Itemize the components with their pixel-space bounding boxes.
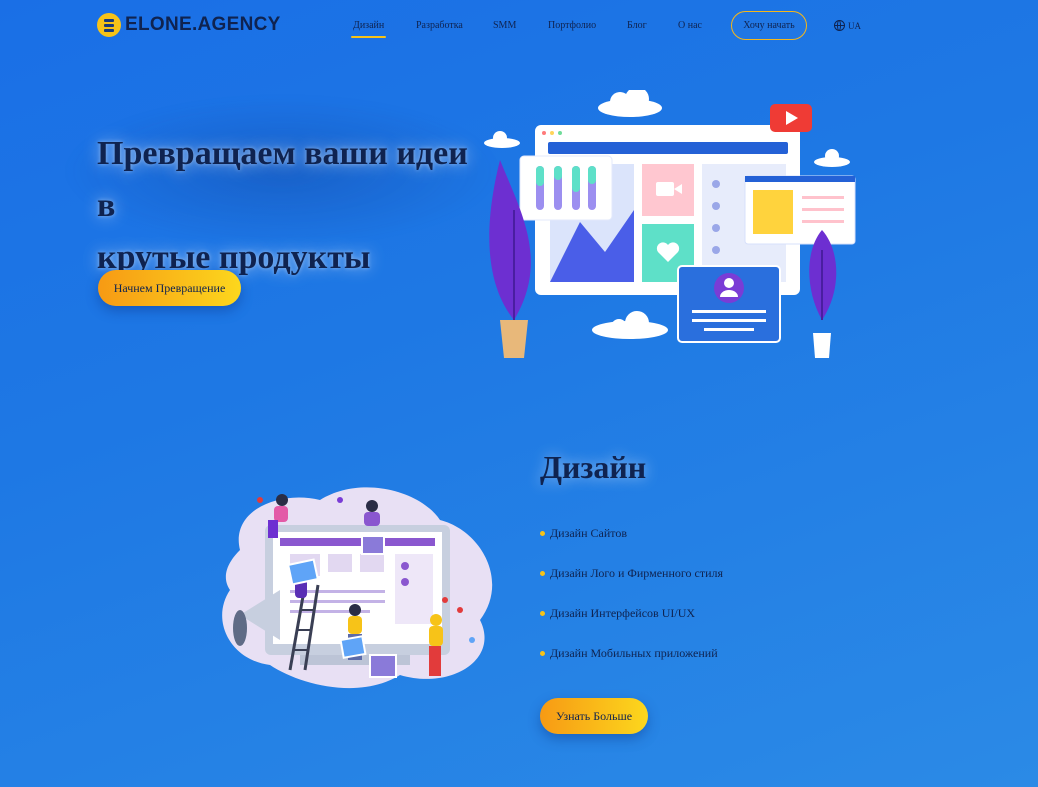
nav-item-development[interactable]: Разработка [416, 20, 463, 31]
nav-item-smm[interactable]: SMM [493, 20, 516, 31]
start-button[interactable]: Хочу начать [731, 11, 807, 40]
bullet-icon [540, 571, 545, 576]
bullet-icon [540, 651, 545, 656]
hero-title: Превращаем ваши идеи в крутые продукты [97, 128, 477, 284]
hero-title-line-1: Превращаем ваши идеи в [97, 135, 468, 224]
hero-illustration [484, 90, 856, 358]
learn-more-button[interactable]: Узнать Больше [540, 698, 648, 734]
bullet-icon [540, 611, 545, 616]
logo-icon [97, 13, 121, 37]
brand-name: ELONE.AGENCY [125, 14, 281, 35]
feature-list-item: Дизайн Сайтов [540, 526, 627, 541]
feature-label: Дизайн Мобильных приложений [550, 646, 718, 660]
brand-logo[interactable]: ELONE.AGENCY [97, 13, 281, 37]
feature-list-item: Дизайн Мобильных приложений [540, 646, 718, 661]
start-transformation-button[interactable]: Начнем Превращение [98, 270, 241, 306]
feature-list-item: Дизайн Лого и Фирменного стиля [540, 566, 723, 581]
feature-label: Дизайн Сайтов [550, 526, 628, 540]
bullet-icon [540, 531, 545, 536]
feature-label: Дизайн Лого и Фирменного стиля [550, 566, 724, 580]
nav-item-portfolio[interactable]: Портфолио [548, 20, 596, 31]
language-label: UA [848, 20, 861, 31]
nav-item-blog[interactable]: Блог [627, 20, 647, 31]
language-switcher[interactable]: UA [834, 20, 861, 31]
site-header: ELONE.AGENCY Дизайн Разработка SMM Портф… [0, 0, 1038, 52]
design-illustration [222, 487, 493, 689]
globe-icon [834, 20, 845, 31]
feature-label: Дизайн Интерфейсов UI/UX [550, 606, 696, 620]
nav-item-about[interactable]: О нас [678, 20, 702, 31]
feature-list-item: Дизайн Интерфейсов UI/UX [540, 606, 695, 621]
design-section-title: Дизайн [540, 449, 647, 485]
nav-item-design[interactable]: Дизайн [350, 20, 387, 38]
